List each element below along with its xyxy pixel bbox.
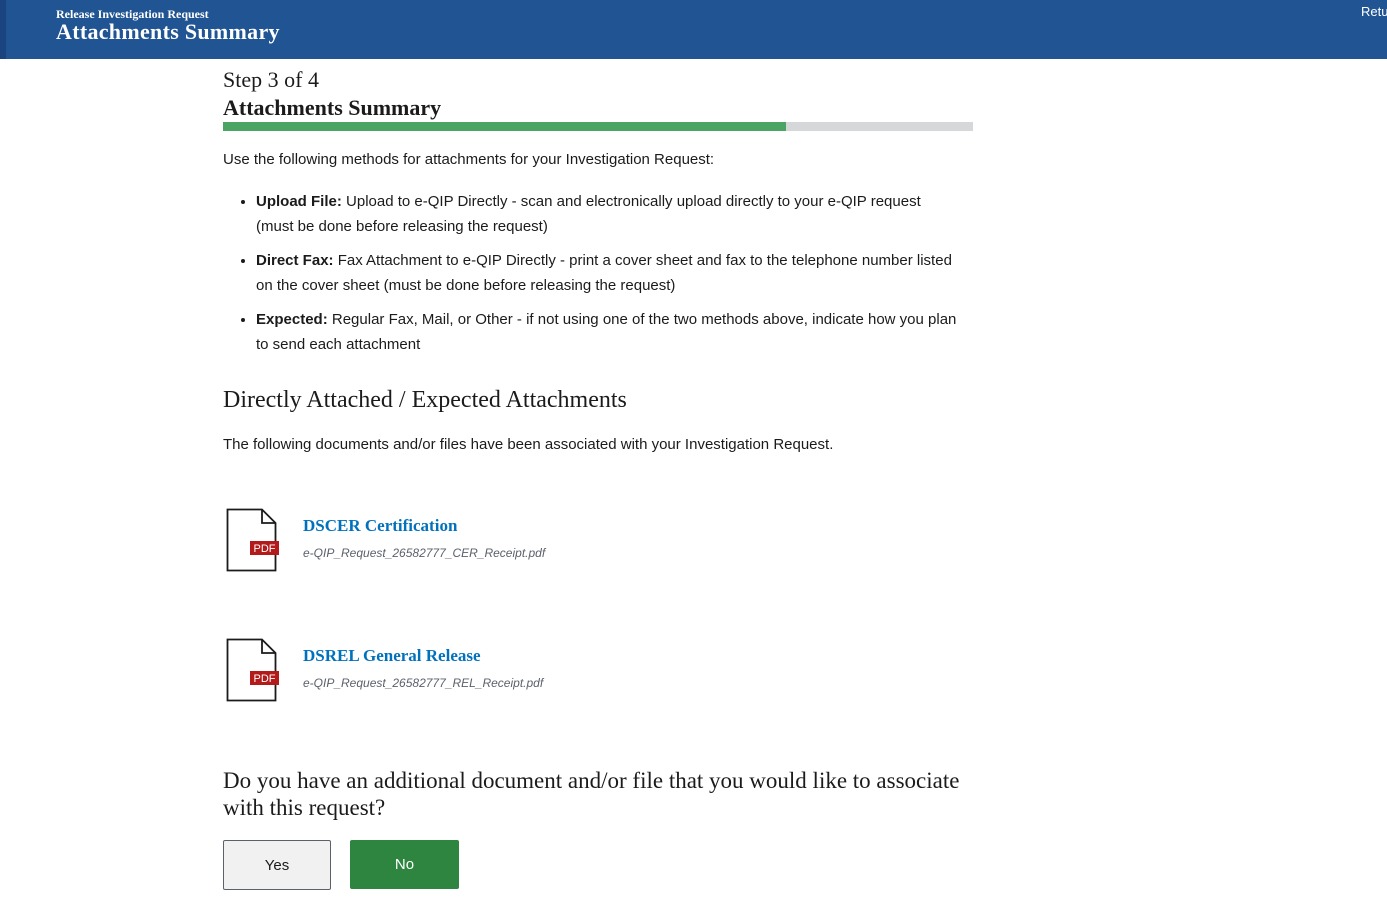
method-term: Expected: <box>256 311 328 328</box>
method-description: Regular Fax, Mail, or Other - if not usi… <box>256 311 957 353</box>
yes-button[interactable]: Yes <box>223 840 331 890</box>
pdf-badge: PDF <box>254 543 276 555</box>
additional-document-question: Do you have an additional document and/o… <box>223 768 960 820</box>
method-description: Upload to e-QIP Directly - scan and elec… <box>256 193 921 235</box>
attachments-description: The following documents and/or files hav… <box>223 436 834 453</box>
attachment-link[interactable]: DSCER Certification <box>303 516 457 536</box>
attachment-link[interactable]: DSREL General Release <box>303 646 481 666</box>
pdf-document-icon: PDF <box>226 508 279 572</box>
pdf-document-icon: PDF <box>226 638 279 702</box>
attachment-filename: e-QIP_Request_26582777_REL_Receipt.pdf <box>303 676 544 690</box>
header-accent <box>0 0 6 59</box>
pdf-badge: PDF <box>254 673 276 685</box>
attachments-heading: Directly Attached / Expected Attachments <box>223 387 627 413</box>
header-title: Attachments Summary <box>56 19 280 44</box>
method-description: Fax Attachment to e-QIP Directly - print… <box>256 252 952 294</box>
attachment-filename: e-QIP_Request_26582777_CER_Receipt.pdf <box>303 546 546 560</box>
progress-bar-fill <box>223 122 786 131</box>
step-indicator: Step 3 of 4 <box>223 67 319 92</box>
attachment-item: PDF DSCER Certification e-QIP_Request_26… <box>223 508 723 572</box>
progress-bar <box>223 122 973 131</box>
list-item: Expected: Regular Fax, Mail, or Other - … <box>256 307 961 357</box>
method-term: Direct Fax: <box>256 252 334 269</box>
no-button[interactable]: No <box>350 840 459 889</box>
attachment-item: PDF DSREL General Release e-QIP_Request_… <box>223 638 723 702</box>
method-term: Upload File: <box>256 193 342 210</box>
list-item: Direct Fax: Fax Attachment to e-QIP Dire… <box>256 248 961 298</box>
return-link[interactable]: Retu <box>1361 4 1387 19</box>
intro-text: Use the following methods for attachment… <box>223 151 715 168</box>
page-title: Attachments Summary <box>223 95 442 120</box>
methods-list: Upload File: Upload to e-QIP Directly - … <box>223 189 961 366</box>
list-item: Upload File: Upload to e-QIP Directly - … <box>256 189 961 239</box>
page-header: Release Investigation Request Attachment… <box>0 0 1387 59</box>
